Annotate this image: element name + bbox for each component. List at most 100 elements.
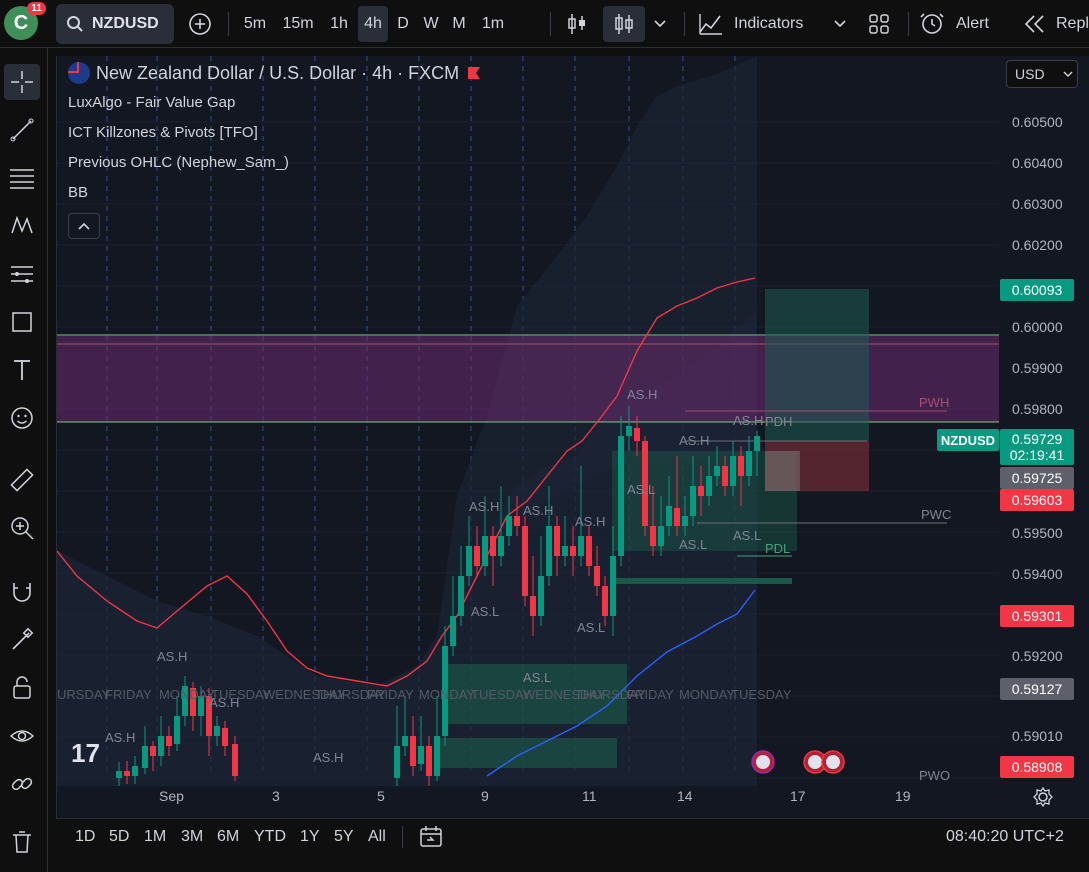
- text-icon: [14, 360, 30, 380]
- alert-label: Alert: [956, 15, 989, 32]
- candle-body: [158, 736, 164, 756]
- candle-body: [522, 526, 528, 596]
- clock[interactable]: 08:40:20 UTC+2: [946, 828, 1064, 846]
- price-tick: 0.59200: [1012, 648, 1063, 664]
- trash-icon: [13, 831, 31, 853]
- fib-tool[interactable]: [4, 160, 40, 196]
- range-6m[interactable]: 6M: [217, 828, 239, 846]
- drawing-mode-tool[interactable]: [4, 622, 40, 658]
- calendar-goto-icon: [420, 826, 442, 847]
- svg-text:AS.L: AS.L: [679, 537, 707, 552]
- price-tick: 0.59800: [1012, 401, 1063, 417]
- range-5d[interactable]: 5D: [109, 828, 129, 846]
- range-all[interactable]: All: [368, 828, 386, 846]
- chart-type-dropdown[interactable]: [650, 6, 670, 42]
- goto-date-button[interactable]: [418, 825, 444, 854]
- candle-body: [690, 486, 696, 516]
- pwc-label: PWC: [921, 507, 951, 522]
- time-label: 14: [677, 788, 693, 804]
- time-label: 3: [272, 788, 280, 804]
- symbol-search[interactable]: NZDUSD: [56, 4, 174, 44]
- price-tick: 0.60300: [1012, 196, 1063, 212]
- divider: [402, 826, 403, 848]
- flag-marker-icon[interactable]: [467, 66, 481, 80]
- pwh-label: PWH: [919, 395, 949, 410]
- range-1m[interactable]: 1M: [144, 828, 166, 846]
- svg-text:AS.H: AS.H: [733, 413, 763, 428]
- candle-body: [706, 476, 712, 496]
- price-tag-upper: 0.60093: [1000, 279, 1074, 301]
- user-avatar[interactable]: C 11: [4, 2, 46, 40]
- divider: [908, 12, 909, 36]
- session-day-label: TUESDAY: [731, 687, 792, 702]
- currency-select[interactable]: USD: [1006, 60, 1078, 88]
- time-label: 11: [582, 788, 597, 804]
- candle-body: [394, 746, 400, 778]
- candle-body: [602, 586, 608, 616]
- pattern-tool[interactable]: [4, 208, 40, 244]
- candle-body: [174, 716, 180, 744]
- rectangle-tool[interactable]: [4, 304, 40, 340]
- link-tool[interactable]: [4, 766, 40, 802]
- chart-title[interactable]: New Zealand Dollar / U.S. Dollar · 4h · …: [68, 62, 481, 84]
- candle-body: [490, 536, 496, 556]
- range-3m[interactable]: 3M: [181, 828, 203, 846]
- chart-settings-button[interactable]: [1032, 786, 1054, 813]
- time-label: 5: [377, 788, 385, 804]
- interval-5m[interactable]: 5m: [238, 6, 272, 42]
- indicator-legend-1[interactable]: LuxAlgo - Fair Value Gap: [68, 94, 235, 111]
- interval-1h[interactable]: 1h: [324, 6, 354, 42]
- replay-button[interactable]: Repl: [1024, 6, 1089, 42]
- indicators-dropdown[interactable]: [830, 6, 850, 42]
- range-ytd[interactable]: YTD: [254, 828, 286, 846]
- economic-events[interactable]: [751, 750, 845, 774]
- indicators-button[interactable]: Indicators: [698, 6, 818, 42]
- range-1y[interactable]: 1Y: [300, 828, 320, 846]
- session-day-label: FRIDAY: [367, 687, 414, 702]
- crosshair-icon: [11, 71, 33, 93]
- svg-text:AS.H: AS.H: [575, 514, 605, 529]
- interval-4h[interactable]: 4h: [358, 6, 388, 42]
- add-symbol-button[interactable]: [184, 6, 216, 42]
- interval-1m[interactable]: 1m: [476, 6, 510, 42]
- forecast-tool[interactable]: [4, 256, 40, 292]
- indicator-legend-2[interactable]: ICT Killzones & Pivots [TFO]: [68, 124, 258, 141]
- trend-line-tool[interactable]: [4, 112, 40, 148]
- lock-icon: [13, 676, 31, 699]
- interval-15m[interactable]: 15m: [278, 6, 318, 42]
- zoom-tool[interactable]: [4, 510, 40, 546]
- bottom-toolbar: [56, 818, 1089, 858]
- bar-style-button[interactable]: [560, 6, 594, 42]
- indicator-legend-4[interactable]: BB: [68, 184, 88, 201]
- chevron-down-icon: [654, 20, 666, 28]
- magnet-tool[interactable]: [4, 574, 40, 610]
- candle-body: [658, 526, 664, 546]
- interval-w[interactable]: W: [418, 6, 444, 42]
- candle-body: [698, 486, 704, 496]
- interval-d[interactable]: D: [392, 6, 414, 42]
- candles-button[interactable]: [603, 6, 645, 42]
- emoji-tool[interactable]: [4, 400, 40, 436]
- range-5y[interactable]: 5Y: [334, 828, 354, 846]
- svg-text:AS.H: AS.H: [627, 387, 657, 402]
- indicator-legend-3[interactable]: Previous OHLC (Nephew_Sam_): [68, 154, 289, 171]
- candle-body: [474, 546, 480, 566]
- visibility-tool[interactable]: [4, 718, 40, 754]
- candle-body: [458, 576, 464, 616]
- time-label: 9: [481, 788, 489, 804]
- lock-tool[interactable]: [4, 670, 40, 706]
- interval-m[interactable]: M: [446, 6, 472, 42]
- ruler-tool[interactable]: [4, 462, 40, 498]
- crosshair-tool[interactable]: [4, 64, 40, 100]
- collapse-legend-button[interactable]: [68, 213, 100, 239]
- candle-body: [666, 506, 672, 526]
- candle-body: [594, 566, 600, 586]
- delete-tool[interactable]: [4, 824, 40, 860]
- alert-button[interactable]: Alert: [920, 6, 1002, 42]
- text-tool[interactable]: [4, 352, 40, 388]
- range-1d[interactable]: 1D: [75, 828, 95, 846]
- trend-line-icon: [10, 118, 34, 142]
- candle-body: [546, 526, 552, 576]
- top-toolbar: C 11 NZDUSD 5m 15m 1h 4h D W M 1m Indica…: [0, 0, 1089, 48]
- layouts-button[interactable]: [864, 6, 894, 42]
